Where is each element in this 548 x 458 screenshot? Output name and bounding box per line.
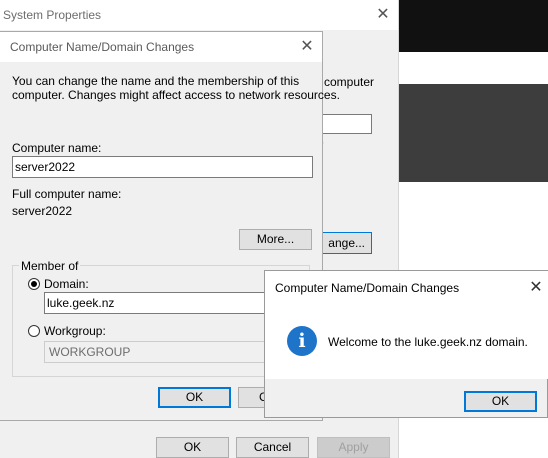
computer-description-field[interactable] (322, 114, 372, 134)
more-button[interactable]: More... (239, 229, 312, 250)
domain-input[interactable]: luke.geek.nz (44, 292, 266, 314)
close-icon[interactable]: ✕ (374, 6, 392, 24)
domain-radio[interactable] (28, 278, 40, 290)
system-properties-title: System Properties (3, 8, 102, 22)
message-box-title: Computer Name/Domain Changes (275, 281, 460, 295)
change-button[interactable]: ange... (322, 232, 372, 254)
workgroup-label: Workgroup: (44, 324, 106, 338)
description-line-1: You can change the name and the membersh… (12, 74, 300, 88)
close-icon[interactable]: ✕ (527, 279, 545, 297)
workgroup-input[interactable]: WORKGROUP (44, 341, 266, 363)
cancel-button[interactable]: Cancel (236, 437, 309, 458)
background-dark-band (398, 0, 548, 52)
system-properties-titlebar: System Properties ✕ (0, 0, 398, 30)
welcome-message-box: Computer Name/Domain Changes ✕ i Welcome… (264, 270, 548, 418)
info-icon: i (287, 326, 317, 356)
full-computer-name-value: server2022 (12, 204, 73, 218)
workgroup-radio[interactable] (28, 325, 40, 337)
message-box-titlebar: Computer Name/Domain Changes ✕ (265, 271, 548, 304)
close-icon[interactable]: ✕ (298, 38, 316, 56)
domain-label: Domain: (44, 277, 89, 291)
ok-button[interactable]: OK (156, 437, 229, 458)
member-of-label: Member of (19, 259, 81, 273)
message-box-body: i Welcome to the luke.geek.nz domain. (265, 304, 548, 379)
ok-button[interactable]: OK (464, 391, 537, 412)
description-line-2: computer. Changes might affect access to… (12, 88, 340, 102)
apply-button[interactable]: Apply (317, 437, 390, 458)
background-grey-band (398, 84, 548, 182)
domain-changes-title: Computer Name/Domain Changes (10, 40, 195, 54)
ok-button[interactable]: OK (158, 387, 231, 408)
change-button-label: ange... (328, 236, 365, 250)
computer-description-fragment: computer (324, 75, 375, 89)
computer-name-input[interactable]: server2022 (12, 156, 313, 178)
computer-name-label: Computer name: (12, 141, 102, 155)
domain-changes-titlebar: Computer Name/Domain Changes ✕ (0, 32, 322, 62)
full-computer-name-label: Full computer name: (12, 187, 122, 201)
welcome-message: Welcome to the luke.geek.nz domain. (328, 335, 528, 349)
